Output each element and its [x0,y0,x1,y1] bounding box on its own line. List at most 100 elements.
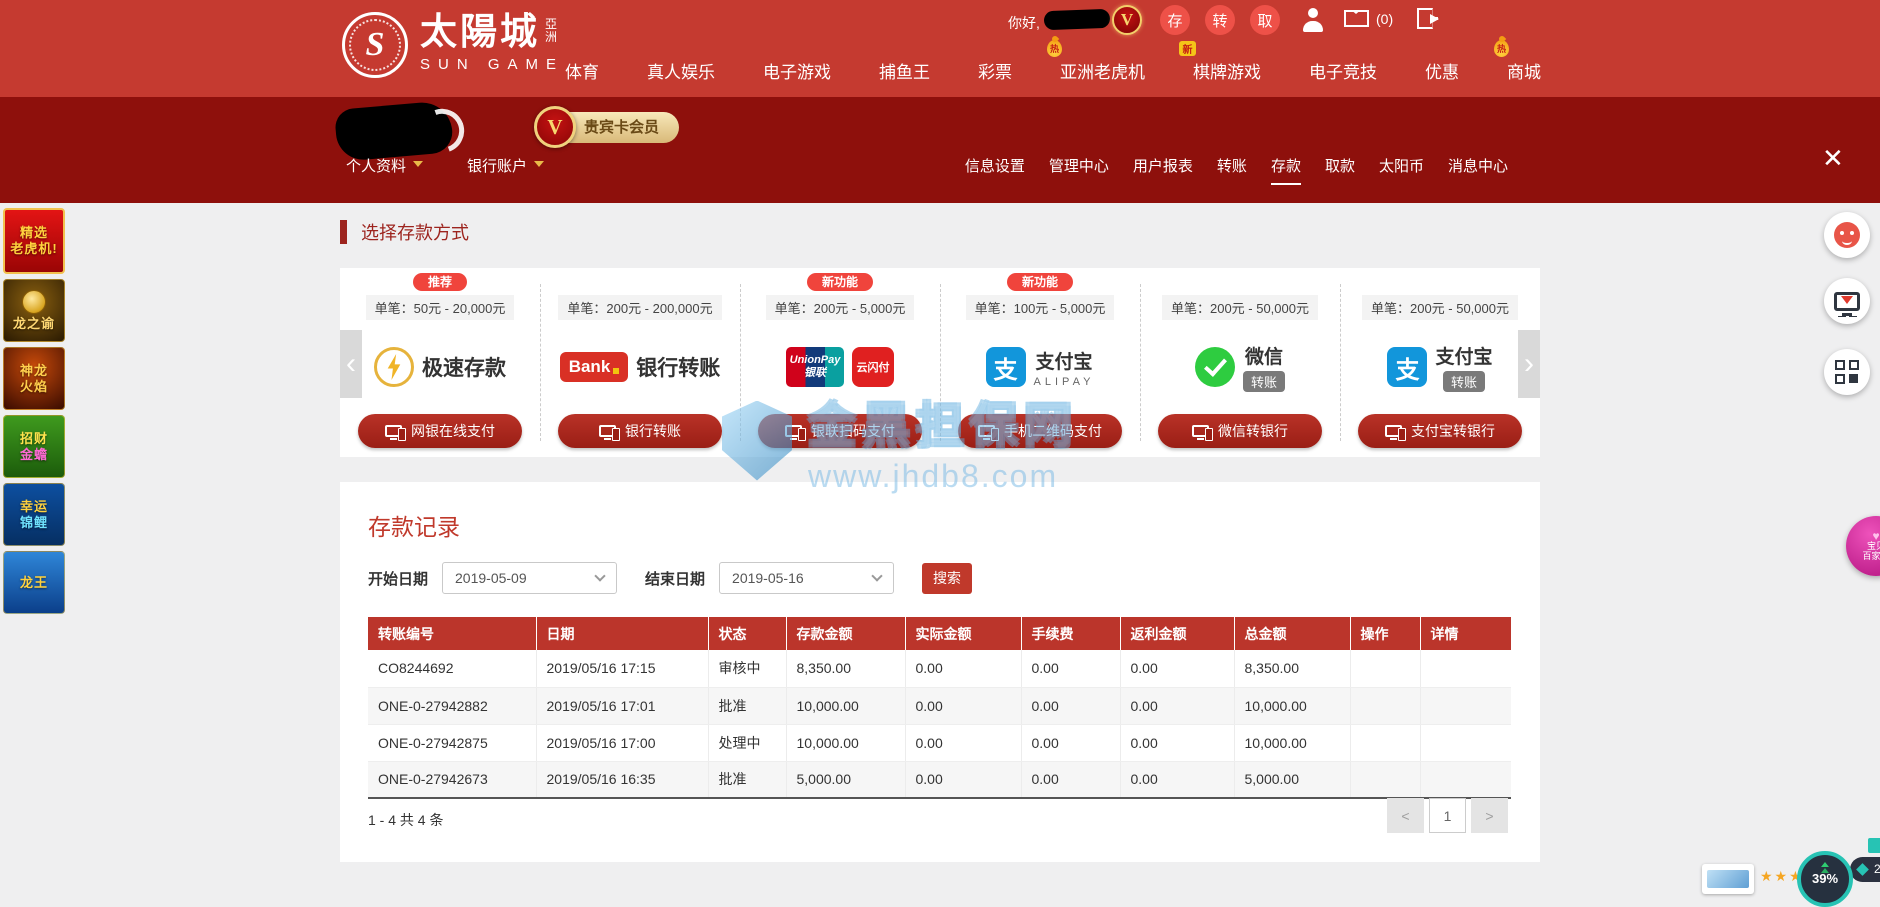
nav-item[interactable]: 电子游戏 [763,52,831,89]
page-next-button[interactable]: > [1471,798,1508,833]
table-cell: CO8244692 [368,650,536,687]
account-link[interactable]: 消息中心 [1448,155,1508,185]
table-cell [1350,724,1420,761]
account-link[interactable]: 转账 [1217,155,1247,185]
site-logo[interactable]: S 太陽城 亞 洲 SUN GAME [342,12,564,78]
logout-icon[interactable] [1417,8,1433,29]
banner-title: 精选老虎机! [10,225,57,257]
lightning-icon [374,347,414,387]
baccarat-promo-button[interactable]: ♥ 宝贝百家乐 [1846,516,1880,576]
dragon-coin-logo-icon: S [342,12,408,78]
account-link[interactable]: 太阳币 [1379,155,1424,185]
method-logo: Bank银行转账 [560,320,721,414]
carousel-prev-arrow[interactable]: ‹ [340,330,362,398]
nav-item[interactable]: 热 亚洲老虎机 [1060,52,1145,89]
method-logo-text: 极速存款 [422,352,506,382]
nav-item[interactable]: 捕鱼王 [879,52,930,89]
deposit-method-card[interactable]: 新功能 单笔：200元 - 5,000元 UnionPay银联云闪付 银联扫码支… [740,268,940,457]
end-date-select[interactable]: 2019-05-16 [719,562,894,594]
app-download-button[interactable] [1824,278,1870,324]
messages-button[interactable]: (0) [1344,10,1393,27]
pagination: < 1 > [1387,798,1508,833]
qr-code-icon [1835,360,1859,384]
sidebar-game-banner[interactable]: 龙王 [3,551,65,614]
download-icon [1834,292,1860,311]
nav-item[interactable]: 彩票 [978,52,1012,89]
account-link[interactable]: 取款 [1325,155,1355,185]
account-menu[interactable]: 银行账户 [467,155,544,176]
network-usage-widget[interactable]: 39% [1797,851,1853,907]
search-button[interactable]: 搜索 [922,563,972,594]
nav-item[interactable]: 电子竞技 [1309,52,1377,89]
table-cell: 5,000.00 [786,761,905,798]
nav-item[interactable]: 新 棋牌游戏 [1193,52,1261,89]
nav-item-label: 棋牌游戏 [1193,63,1261,82]
banner-title: 神龙火焰 [20,363,48,395]
end-date-value: 2019-05-16 [732,570,804,586]
table-cell: 0.00 [1021,761,1120,798]
thumbnail-image [1707,870,1749,888]
carousel-next-arrow[interactable]: › [1518,330,1540,398]
page-current-button[interactable]: 1 [1429,798,1466,833]
deposit-method-card[interactable]: 单笔：200元 - 200,000元 Bank银行转账 银行转账 [540,268,740,457]
method-limit: 单笔：200元 - 50,000元 [1362,295,1518,320]
sidebar-game-banner[interactable]: 招财金蟾 [3,415,65,478]
vip-v-icon: V [534,106,576,148]
quick-action-button[interactable]: 存 [1160,5,1190,35]
start-date-select[interactable]: 2019-05-09 [442,562,617,594]
method-pay-button[interactable]: 银联扫码支付 [758,414,922,448]
sidebar-game-banner[interactable]: 精选老虎机! [3,208,65,274]
method-pay-button[interactable]: 微信转银行 [1158,414,1322,448]
method-logo-text: 银行转账 [636,352,720,382]
chevron-down-icon [871,570,882,581]
profile-icon[interactable] [1302,8,1324,32]
monitor-icon [385,425,402,437]
deposit-method-card[interactable]: 推荐 单笔：50元 - 20,000元 极速存款 网银在线支付 [340,268,540,457]
table-cell: 2019/05/16 17:15 [536,650,708,687]
deposit-method-card[interactable]: 单笔：200元 - 50,000元 微信转账 微信转银行 [1140,268,1340,457]
account-menus: 个人资料 银行账户 [346,155,544,176]
speed-widget-icon [1868,838,1880,853]
deposit-records-table: 转账编号日期状态存款金额实际金额手续费返利金额总金额操作详情 CO8244692… [368,617,1511,799]
method-logo: 微信转账 [1195,320,1285,414]
close-icon[interactable]: ✕ [1822,145,1844,171]
account-link[interactable]: 用户报表 [1133,155,1193,185]
quick-action-button[interactable]: 转 [1205,5,1235,35]
desktop-preview-thumbnail[interactable] [1702,864,1754,894]
sidebar-game-banner[interactable]: 神龙火焰 [3,347,65,410]
account-link[interactable]: 存款 [1271,155,1301,185]
monitor-icon [978,425,995,437]
table-cell: ONE-0-27942882 [368,687,536,724]
method-pay-label: 银联扫码支付 [811,421,895,441]
vip-badge-icon[interactable]: V [1112,5,1142,35]
nav-item[interactable]: 热 商城 [1507,52,1541,89]
deposit-method-card[interactable]: 单笔：200元 - 50,000元 支支付宝转账 支付宝转银行 [1340,268,1540,457]
heart-icon: ♥ [1872,531,1879,541]
nav-item[interactable]: 体育 [565,52,599,89]
method-pay-button[interactable]: 支付宝转银行 [1358,414,1522,448]
redacted-avatar [334,100,454,162]
qr-code-button[interactable] [1824,349,1870,395]
deposit-method-card[interactable]: 新功能 单笔：100元 - 5,000元 支支付宝ALIPAY 手机二维码支付 [940,268,1140,457]
mail-count: (0) [1376,11,1393,27]
nav-item[interactable]: 优惠 [1425,52,1459,89]
table-header-cell: 手续费 [1021,617,1120,650]
vip-card-badge[interactable]: V 贵宾卡会员 [546,112,679,143]
method-pay-button[interactable]: 手机二维码支付 [958,414,1122,448]
monitor-icon [785,425,802,437]
customer-service-icon [1834,222,1860,248]
account-link[interactable]: 信息设置 [965,155,1025,185]
table-header-cell: 总金额 [1234,617,1350,650]
sidebar-game-banner[interactable]: 龙之谕 [3,279,65,342]
promo-label: 宝贝百家乐 [1862,541,1880,561]
method-pay-button[interactable]: 网银在线支付 [358,414,522,448]
account-link[interactable]: 管理中心 [1049,155,1109,185]
nav-item[interactable]: 真人娱乐 [647,52,715,89]
quick-action-button[interactable]: 取 [1250,5,1280,35]
table-row: ONE-0-279428822019/05/16 17:01批准10,000.0… [368,687,1511,724]
sidebar-game-banner[interactable]: 幸运锦鲤 [3,483,65,546]
account-menu[interactable]: 个人资料 [346,155,423,176]
customer-service-button[interactable] [1824,212,1870,258]
page-prev-button[interactable]: < [1387,798,1424,833]
method-pay-button[interactable]: 银行转账 [558,414,722,448]
